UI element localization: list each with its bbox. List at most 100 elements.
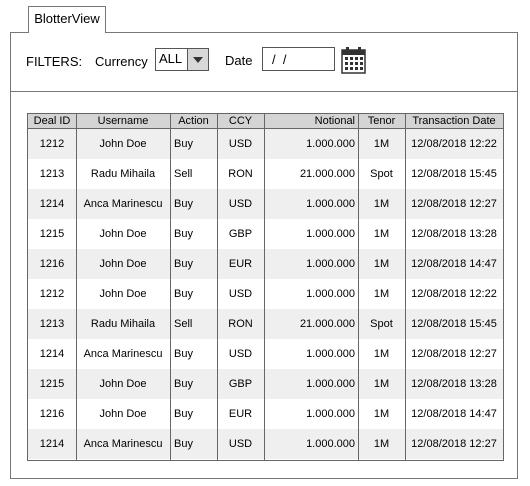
cell-notional: 1.000.000 — [306, 228, 355, 240]
cell-tenor: 1M — [373, 258, 390, 270]
table-row[interactable]: 1215 John Doe Buy GBP 1.000.000 1M 12/08/2018 … — [28, 369, 503, 399]
cell-tenor: 1M — [373, 408, 390, 420]
column-header-tenor[interactable]: Tenor — [358, 114, 405, 128]
cell-action: Buy — [174, 408, 193, 420]
cell-deal-id: 1214 — [39, 348, 65, 360]
cell-username: Anca Marinescu — [83, 438, 163, 450]
cell-transaction-date: 12/08/2018 13:28 — [411, 378, 497, 390]
tab-blotterview[interactable]: BlotterView — [28, 6, 106, 33]
cell-ccy: EUR — [228, 408, 253, 420]
cell-ccy: USD — [228, 138, 253, 150]
column-divider — [264, 114, 265, 460]
cell-notional: 21.000.000 — [299, 318, 355, 330]
column-header-ccy[interactable]: CCY — [217, 114, 264, 128]
cell-username: Radu Mihaila — [90, 318, 156, 330]
column-header-action[interactable]: Action — [170, 114, 217, 128]
cell-ccy: USD — [228, 438, 253, 450]
cell-action: Buy — [174, 258, 193, 270]
currency-label: Currency — [95, 54, 148, 69]
cell-tenor: 1M — [373, 198, 390, 210]
cell-deal-id: 1216 — [39, 408, 65, 420]
cell-tenor: Spot — [370, 318, 393, 330]
cell-username: John Doe — [99, 138, 147, 150]
cell-transaction-date: 12/08/2018 13:28 — [411, 228, 497, 240]
cell-username: John Doe — [99, 288, 147, 300]
cell-notional: 1.000.000 — [306, 348, 355, 360]
chevron-down-icon[interactable] — [187, 49, 208, 70]
cell-ccy: GBP — [228, 228, 253, 240]
cell-ccy: USD — [228, 288, 253, 300]
cell-notional: 1.000.000 — [306, 408, 355, 420]
column-divider — [405, 114, 406, 460]
currency-select[interactable]: ALL — [155, 48, 209, 71]
cell-action: Buy — [174, 348, 193, 360]
cell-action: Buy — [174, 378, 193, 390]
cell-transaction-date: 12/08/2018 15:45 — [411, 318, 497, 330]
column-header-notional[interactable]: Notional — [264, 114, 355, 128]
cell-deal-id: 1215 — [39, 228, 65, 240]
cell-notional: 1.000.000 — [306, 138, 355, 150]
blotter-table: Deal ID Username Action CCY Notional Tenor Tra… — [27, 113, 504, 461]
cell-action: Buy — [174, 198, 193, 210]
cell-username: Radu Mihaila — [90, 168, 156, 180]
cell-username: John Doe — [99, 228, 147, 240]
cell-tenor: 1M — [373, 228, 390, 240]
cell-ccy: USD — [228, 348, 253, 360]
cell-transaction-date: 12/08/2018 12:22 — [411, 288, 497, 300]
cell-ccy: USD — [228, 198, 253, 210]
cell-action: Buy — [174, 228, 193, 240]
cell-username: John Doe — [99, 378, 147, 390]
column-header-deal-id[interactable]: Deal ID — [28, 114, 76, 128]
cell-tenor: 1M — [373, 288, 390, 300]
cell-tenor: 1M — [373, 438, 390, 450]
date-label: Date — [225, 53, 253, 68]
cell-notional: 1.000.000 — [306, 198, 355, 210]
cell-notional: 1.000.000 — [306, 438, 355, 450]
table-row[interactable]: 1215 John Doe Buy GBP 1.000.000 1M 12/08/2018 … — [28, 219, 503, 249]
cell-action: Buy — [174, 138, 193, 150]
table-row[interactable]: 1214 Anca Marinescu Buy USD 1.000.000 1M 12/08… — [28, 429, 503, 459]
cell-deal-id: 1212 — [39, 138, 65, 150]
table-row[interactable]: 1212 John Doe Buy USD 1.000.000 1M 12/08/2018 … — [28, 129, 503, 159]
cell-deal-id: 1215 — [39, 378, 65, 390]
cell-tenor: Spot — [370, 168, 393, 180]
column-header-transaction-date[interactable]: Transaction Date — [405, 114, 503, 128]
calendar-icon[interactable] — [341, 46, 366, 74]
cell-deal-id: 1214 — [39, 198, 65, 210]
table-row[interactable]: 1212 John Doe Buy USD 1.000.000 1M 12/08/2018 … — [28, 279, 503, 309]
cell-ccy: RON — [228, 168, 253, 180]
column-divider — [358, 114, 359, 460]
cell-tenor: 1M — [373, 378, 390, 390]
column-divider — [76, 114, 77, 460]
table-row[interactable]: 1214 Anca Marinescu Buy USD 1.000.000 1M 12/08… — [28, 189, 503, 219]
cell-action: Sell — [174, 318, 193, 330]
cell-transaction-date: 12/08/2018 14:47 — [411, 258, 497, 270]
cell-transaction-date: 12/08/2018 15:45 — [411, 168, 497, 180]
table-row[interactable]: 1213 Radu Mihaila Sell RON 21.000.000 Spot 12/… — [28, 309, 503, 339]
table-row[interactable]: 1216 John Doe Buy EUR 1.000.000 1M 12/08/2018 … — [28, 249, 503, 279]
cell-deal-id: 1212 — [39, 288, 65, 300]
table-header-row: Deal ID Username Action CCY Notional Tenor Tra… — [28, 114, 503, 129]
cell-username: Anca Marinescu — [83, 348, 163, 360]
table-row[interactable]: 1216 John Doe Buy EUR 1.000.000 1M 12/08/2018 … — [28, 399, 503, 429]
column-header-username[interactable]: Username — [76, 114, 170, 128]
cell-action: Sell — [174, 168, 193, 180]
cell-ccy: EUR — [228, 258, 253, 270]
cell-transaction-date: 12/08/2018 12:27 — [411, 198, 497, 210]
cell-action: Buy — [174, 438, 193, 450]
cell-deal-id: 1216 — [39, 258, 65, 270]
table-row[interactable]: 1214 Anca Marinescu Buy USD 1.000.000 1M 12/08… — [28, 339, 503, 369]
cell-deal-id: 1213 — [39, 318, 65, 330]
filters-title: FILTERS: — [26, 54, 83, 69]
cell-tenor: 1M — [373, 138, 390, 150]
table-row[interactable]: 1213 Radu Mihaila Sell RON 21.000.000 Spot 12/… — [28, 159, 503, 189]
cell-notional: 1.000.000 — [306, 288, 355, 300]
cell-action: Buy — [174, 288, 193, 300]
date-input[interactable] — [262, 47, 335, 71]
cell-username: John Doe — [99, 258, 147, 270]
cell-ccy: GBP — [228, 378, 253, 390]
cell-deal-id: 1213 — [39, 168, 65, 180]
cell-deal-id: 1214 — [39, 438, 65, 450]
cell-transaction-date: 12/08/2018 12:22 — [411, 138, 497, 150]
cell-transaction-date: 12/08/2018 12:27 — [411, 348, 497, 360]
